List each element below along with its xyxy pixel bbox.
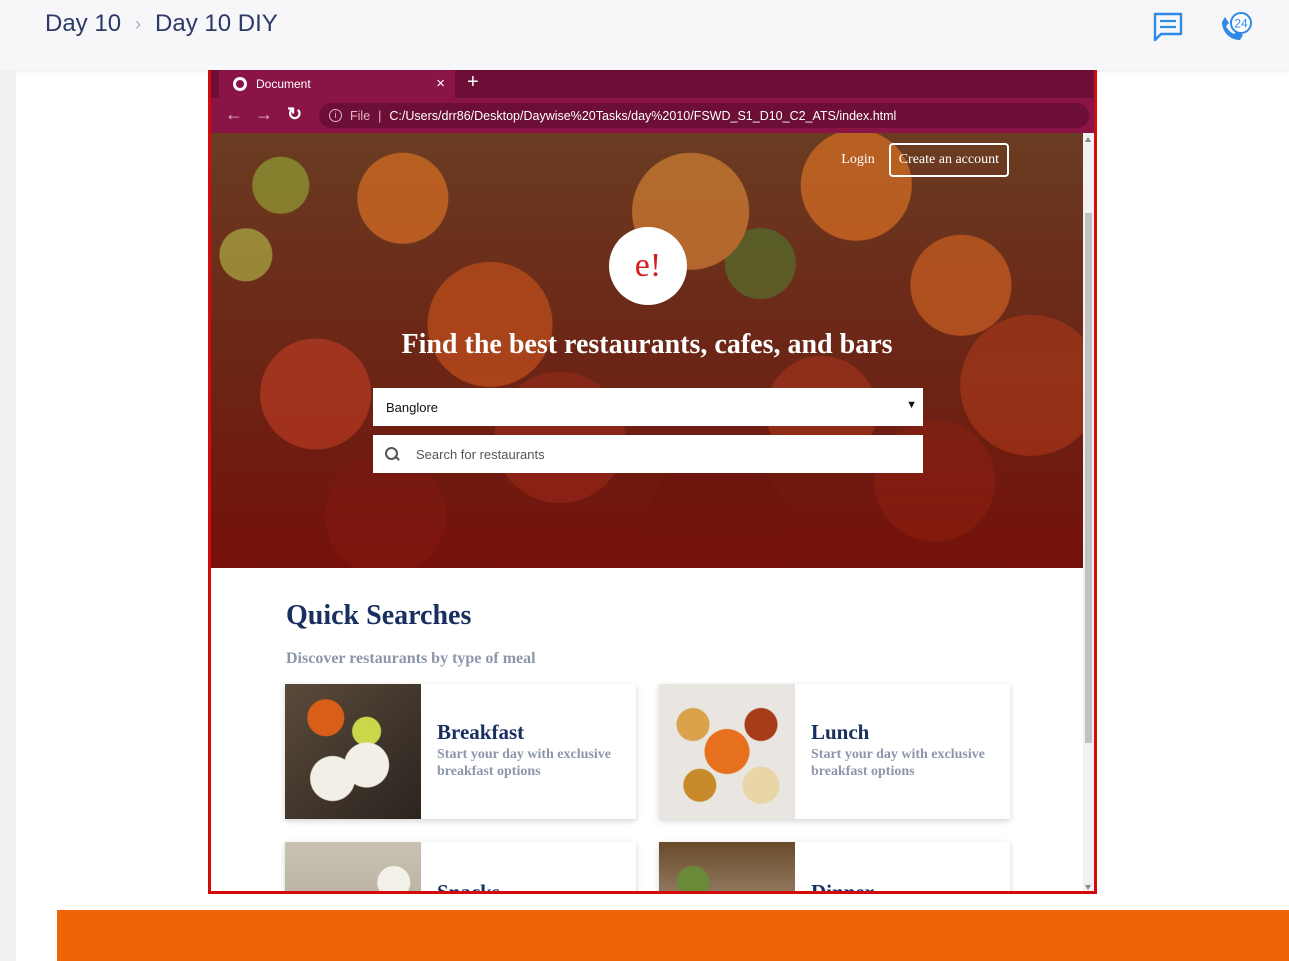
breadcrumb-item-day10-diy[interactable]: Day 10 DIY: [155, 10, 278, 38]
breadcrumb-separator: ›: [135, 13, 142, 34]
url-scheme: File: [350, 108, 371, 123]
url-separator: |: [378, 108, 382, 123]
hero-banner: Login Create an account e! Find the best…: [211, 133, 1083, 568]
meal-name: Lunch: [811, 720, 870, 744]
meal-name: Snacks: [437, 880, 501, 894]
meal-description: Start your day with exclusive breakfast …: [437, 747, 611, 779]
quick-searches-subtitle: Discover restaurants by type of meal: [286, 650, 536, 667]
meal-card-dinner[interactable]: Dinner: [659, 842, 1010, 894]
scroll-down-icon[interactable]: [1085, 885, 1091, 890]
dinner-image: [659, 842, 795, 891]
new-tab-icon[interactable]: +: [467, 71, 479, 94]
chat-icon[interactable]: [1150, 8, 1186, 44]
meal-name: Dinner: [811, 880, 874, 894]
support-call-icon[interactable]: 24: [1216, 8, 1258, 44]
city-select[interactable]: Banglore ▼: [373, 388, 923, 426]
chevron-down-icon: ▼: [906, 399, 917, 411]
search-placeholder: Search for restaurants: [416, 446, 545, 462]
meal-name: Breakfast: [437, 720, 525, 744]
browser-toolbar: ← → ↻ i File | C:/Users/drr86/Desktop/Da…: [211, 98, 1094, 133]
search-icon: [385, 447, 399, 461]
screenshot-frame: Document × + ← → ↻ i File | C:/Users/drr…: [208, 70, 1097, 894]
meal-card-lunch[interactable]: Lunch Start your day with exclusive brea…: [659, 684, 1010, 819]
url-text: C:/Users/drr86/Desktop/Daywise%20Tasks/d…: [389, 108, 897, 123]
forward-arrow-icon[interactable]: →: [255, 104, 273, 125]
hero-auth-links: Login Create an account: [841, 143, 1009, 177]
address-bar[interactable]: i File | C:/Users/drr86/Desktop/Daywise%…: [319, 103, 1089, 128]
create-account-button[interactable]: Create an account: [888, 143, 1009, 177]
breadcrumb: Day 10 › Day 10 DIY: [45, 10, 278, 38]
city-select-value: Banglore: [386, 399, 439, 415]
info-icon[interactable]: i: [329, 109, 342, 122]
snacks-image: [285, 842, 421, 891]
site-logo[interactable]: e!: [609, 227, 687, 305]
browser-tab-bar: Document × +: [211, 70, 1094, 98]
scrollbar[interactable]: [1083, 133, 1094, 891]
meal-card-breakfast[interactable]: Breakfast Start your day with exclusive …: [285, 684, 636, 819]
breadcrumb-item-day10[interactable]: Day 10: [45, 10, 121, 38]
support-badge: 24: [1234, 17, 1248, 31]
hero-title: Find the best restaurants, cafes, and ba…: [401, 329, 893, 360]
reload-icon[interactable]: ↻: [287, 104, 302, 125]
tab-title: Document: [256, 77, 311, 91]
restaurant-search-input[interactable]: Search for restaurants: [373, 435, 923, 473]
globe-icon: [233, 77, 247, 91]
top-header: Day 10 › Day 10 DIY 24: [0, 0, 1289, 70]
breakfast-image: [285, 684, 421, 819]
scroll-up-icon[interactable]: [1085, 137, 1091, 142]
browser-tab[interactable]: Document ×: [219, 70, 455, 98]
meal-description: Start your day with exclusive breakfast …: [811, 747, 985, 779]
lunch-image: [659, 684, 795, 819]
scrollbar-thumb[interactable]: [1085, 213, 1092, 743]
meal-card-snacks[interactable]: Snacks: [285, 842, 636, 894]
left-gutter: [0, 70, 16, 961]
back-arrow-icon[interactable]: ←: [225, 104, 243, 125]
login-link[interactable]: Login: [841, 152, 874, 168]
tab-close-icon[interactable]: ×: [436, 75, 445, 92]
quick-searches-title: Quick Searches: [286, 600, 472, 631]
orange-banner: [57, 910, 1289, 961]
